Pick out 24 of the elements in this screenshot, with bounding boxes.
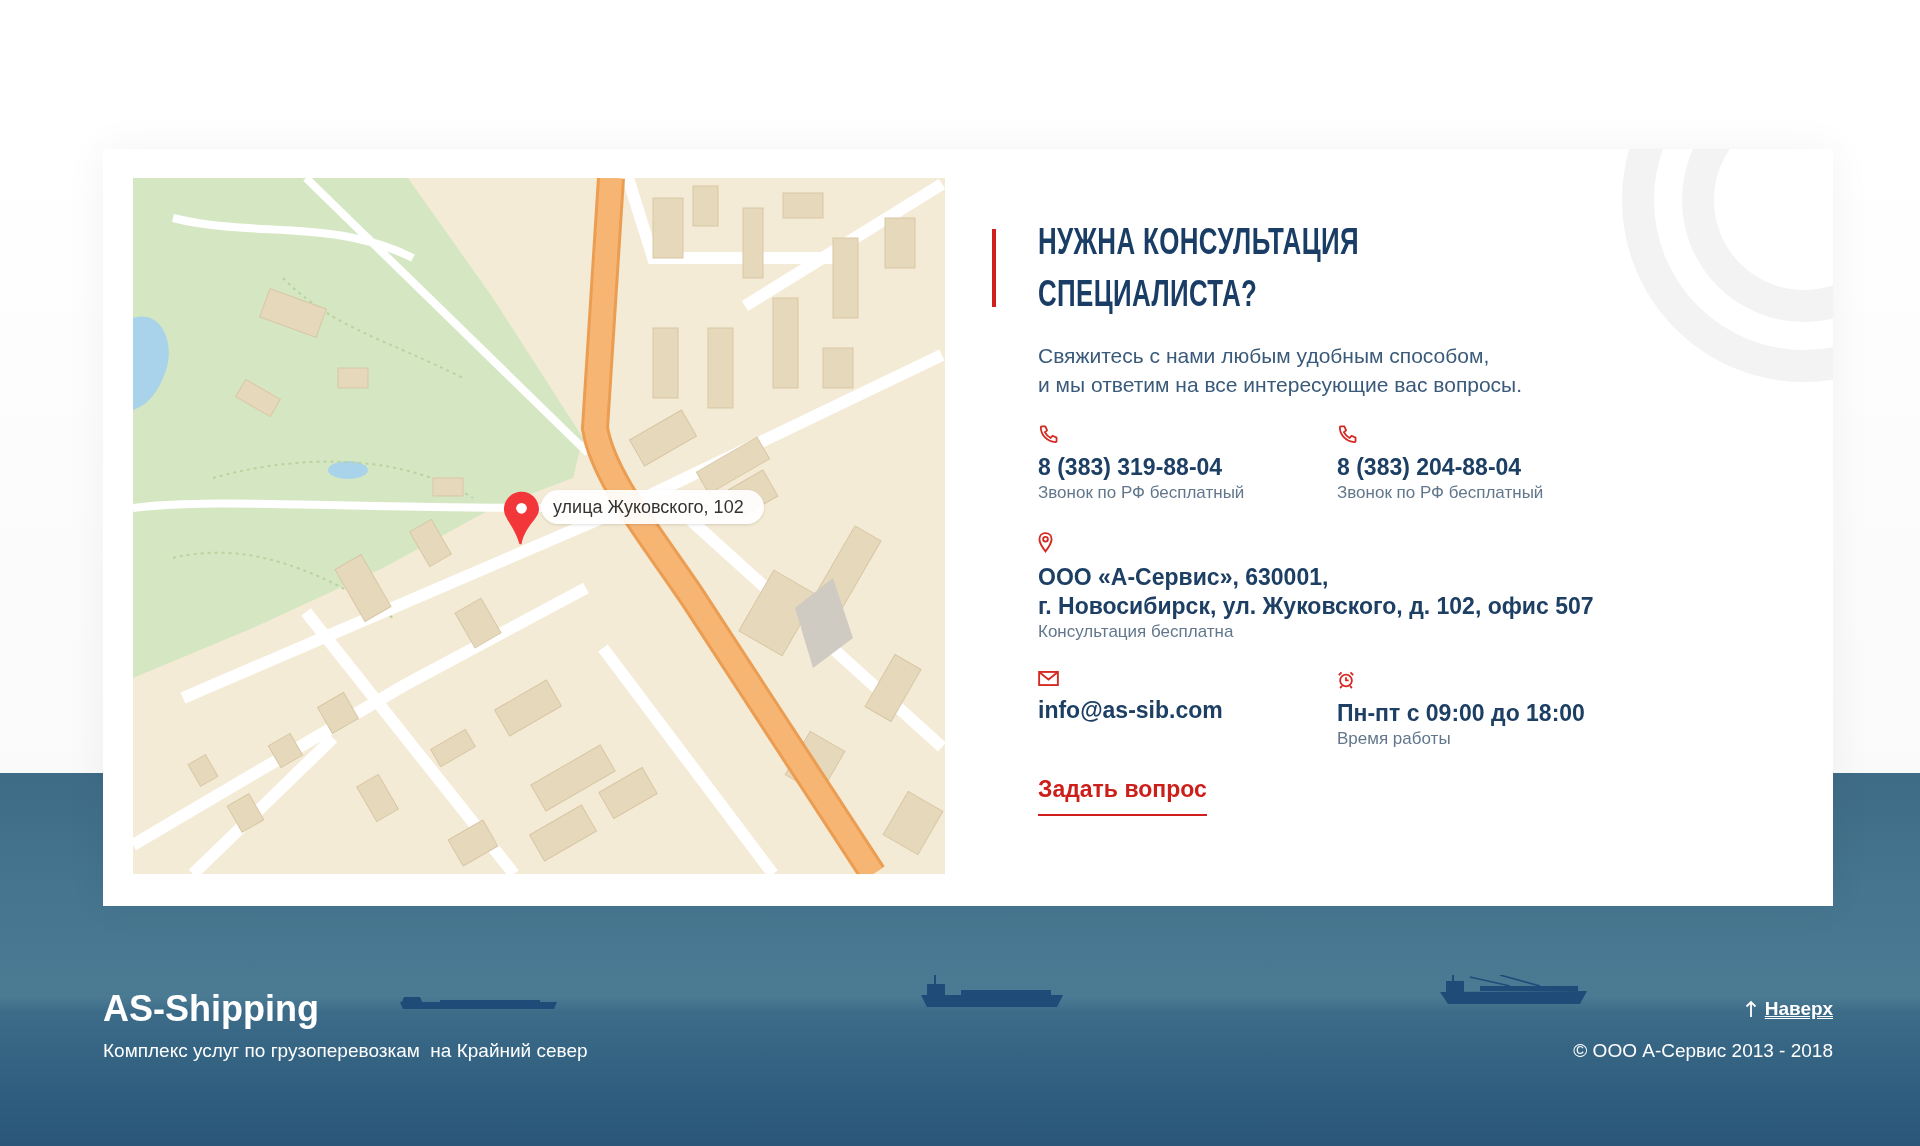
section-heading: НУЖНА КОНСУЛЬТАЦИЯ СПЕЦИАЛИСТА?	[1038, 220, 1360, 316]
intro-paragraph: Свяжитесь с нами любым удобным способом, и мы ответим на все интересующие вас вопросы.	[1038, 343, 1524, 398]
contact-note: Звонок по РФ бесплатный	[1337, 482, 1544, 504]
phone-icon	[1337, 425, 1357, 443]
copyright-text: © ООО А-Сервис 2013 - 2018	[1573, 1039, 1833, 1063]
contact-note: Время работы	[1337, 728, 1451, 750]
contact-note: Консультация бесплатна	[1038, 621, 1234, 643]
map-marker-label: улица Жуковского, 102	[541, 490, 764, 524]
arrow-up-icon	[1744, 1000, 1757, 1018]
alarm-clock-icon	[1337, 671, 1355, 689]
phone-number: 8 (383) 319-88-04	[1038, 453, 1223, 482]
email-link[interactable]: info@as-sib.com	[1038, 696, 1223, 725]
brand-tagline: Комплекс услуг по грузоперевозкам на Крайний север	[103, 1039, 588, 1063]
map-pin-icon[interactable]	[504, 491, 539, 545]
back-to-top-link[interactable]: Наверх	[1744, 998, 1833, 1020]
envelope-icon	[1038, 671, 1059, 686]
contact-note: Звонок по РФ бесплатный	[1038, 482, 1245, 504]
ask-question-button[interactable]: Задать вопрос	[1038, 776, 1207, 816]
address-text: ООО «А-Сервис», 630001, г. Новосибирск, ул. Жуковского, д. 102, офис 507	[1038, 563, 1594, 621]
brand-name: AS-Shipping	[103, 988, 319, 1030]
phone-number: 8 (383) 204-88-04	[1337, 453, 1522, 482]
working-hours: Пн-пт с 09:00 до 18:00	[1337, 699, 1585, 728]
phone-icon	[1038, 425, 1058, 443]
location-pin-icon	[1038, 532, 1053, 553]
